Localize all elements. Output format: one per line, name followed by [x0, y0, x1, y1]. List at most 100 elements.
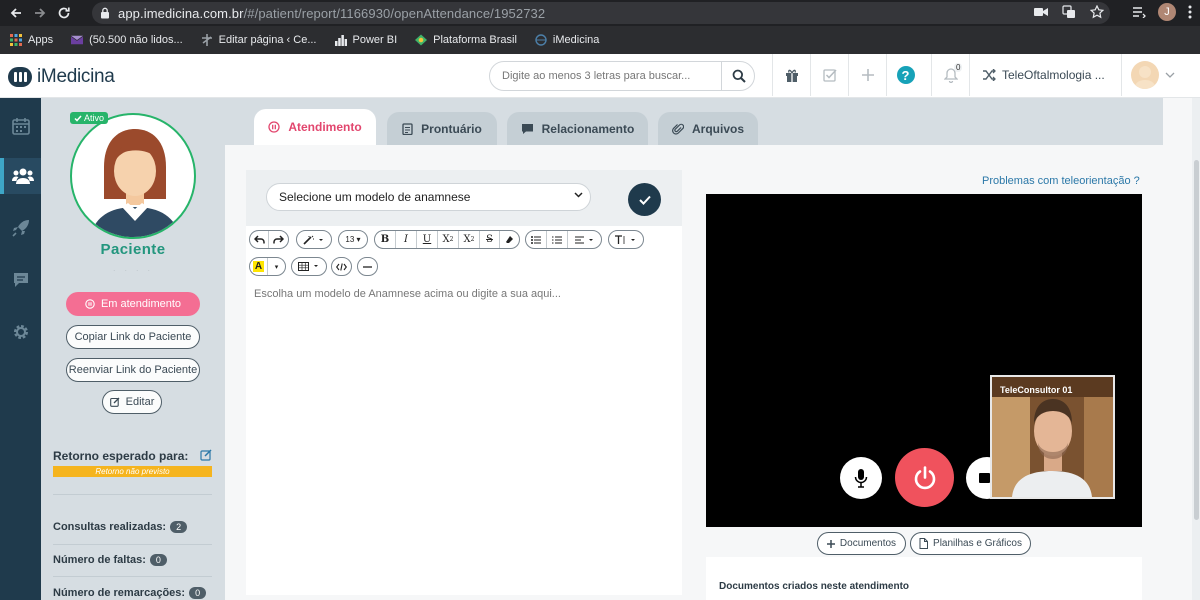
- undo-button[interactable]: [250, 231, 269, 248]
- stat-count: 0: [189, 587, 207, 599]
- numbered-list-button[interactable]: [547, 231, 568, 248]
- font-size-select[interactable]: 13 ▾: [339, 231, 367, 248]
- table-group: [291, 257, 327, 276]
- edit-patient-button[interactable]: Editar: [102, 390, 162, 414]
- logo-text: iMedicina: [37, 66, 115, 87]
- edit-label: Editar: [125, 396, 155, 408]
- address-bar[interactable]: app.imedicina.com.br/#/patient/report/11…: [92, 2, 1110, 24]
- user-menu[interactable]: [1121, 54, 1200, 96]
- highlight-a-icon: A: [252, 261, 265, 272]
- align-left-icon: [574, 236, 593, 243]
- chat-icon: [521, 123, 533, 134]
- chat-icon: [13, 273, 28, 287]
- add-button[interactable]: [848, 54, 886, 96]
- confirm-model-button[interactable]: [628, 183, 661, 216]
- page-scrollbar[interactable]: [1194, 160, 1199, 520]
- bookmark-mail[interactable]: (50.500 não lidos...: [71, 34, 183, 46]
- forward-button[interactable]: [28, 1, 52, 25]
- editor-body[interactable]: Escolha um modelo de Anamnese acima ou d…: [254, 288, 561, 300]
- end-call-button[interactable]: [895, 448, 954, 507]
- tab-atendimento[interactable]: Atendimento: [254, 109, 376, 145]
- forward-arrow-icon: [35, 8, 46, 18]
- bookmark-imedicina[interactable]: iMedicina: [535, 34, 599, 46]
- copy-patient-link-button[interactable]: Copiar Link do Paciente: [66, 325, 200, 349]
- expected-return-label: Retorno esperado para:: [53, 449, 189, 463]
- underline-button[interactable]: U: [417, 231, 438, 248]
- star-icon[interactable]: [1090, 5, 1104, 19]
- plus-icon: [826, 539, 835, 548]
- redo-button[interactable]: [269, 231, 288, 248]
- horizontal-rule-button[interactable]: [358, 258, 377, 275]
- imedicina-logo[interactable]: iMedicina: [8, 66, 115, 88]
- teleorientation-problems-link[interactable]: Problemas com teleorientação ?: [982, 175, 1140, 187]
- help-icon: ?: [896, 66, 915, 84]
- power-bi-icon: [334, 34, 347, 46]
- bookmark-apps[interactable]: Apps: [10, 34, 53, 46]
- translate-icon[interactable]: [1062, 5, 1076, 19]
- gift-icon: [785, 69, 798, 82]
- stat-count: 0: [149, 554, 167, 566]
- text-style-button[interactable]: [609, 231, 643, 248]
- superscript-button[interactable]: X2: [438, 231, 459, 248]
- search-icon[interactable]: [732, 69, 746, 83]
- file-icon: [919, 538, 929, 549]
- self-video-preview: TeleConsultor 01: [990, 375, 1115, 499]
- documents-button[interactable]: Documentos: [817, 532, 906, 555]
- mute-button[interactable]: [840, 457, 882, 499]
- tasks-button[interactable]: [810, 54, 848, 96]
- camera-icon[interactable]: [1034, 7, 1048, 17]
- help-button[interactable]: ?: [886, 54, 924, 96]
- bookmark-plataforma-brasil[interactable]: Plataforma Brasil: [415, 34, 517, 46]
- reload-button[interactable]: [52, 1, 76, 25]
- insert-table-button[interactable]: [292, 258, 326, 275]
- bullet-list-icon: [531, 235, 541, 244]
- tab-prontuario[interactable]: Prontuário: [387, 112, 497, 145]
- teleoftalmologia-menu[interactable]: TeleOftalmologia ...: [969, 54, 1121, 96]
- sidebar-item-patients[interactable]: [0, 158, 41, 194]
- magic-wand-icon: [303, 235, 323, 245]
- bookmark-label: Plataforma Brasil: [433, 34, 517, 46]
- in-attendance-button[interactable]: Em atendimento: [66, 292, 200, 316]
- bookmark-label: Power BI: [352, 34, 398, 46]
- sidebar-item-calendar[interactable]: [0, 108, 41, 144]
- resend-patient-link-button[interactable]: Reenviar Link do Paciente: [66, 358, 200, 382]
- subscript-button[interactable]: X2: [459, 231, 480, 248]
- italic-button[interactable]: I: [396, 231, 417, 248]
- magic-format-button[interactable]: [297, 231, 331, 248]
- eraser-button[interactable]: [500, 231, 519, 248]
- bookmark-wordpress[interactable]: Editar página ‹ Ce...: [201, 34, 317, 46]
- bullet-list-button[interactable]: [526, 231, 547, 248]
- code-view-button[interactable]: [332, 258, 351, 275]
- notifications-button[interactable]: 0: [931, 54, 969, 96]
- magic-group: [296, 230, 332, 249]
- browser-menu-icon[interactable]: [1188, 5, 1192, 19]
- sidebar-item-rocket[interactable]: [0, 210, 41, 246]
- gift-button[interactable]: [772, 54, 810, 96]
- shuffle-icon: [983, 69, 996, 81]
- search-input[interactable]: [502, 68, 716, 84]
- reading-list-icon[interactable]: [1132, 6, 1146, 18]
- sidebar-item-settings[interactable]: [0, 314, 41, 350]
- bold-button[interactable]: B: [375, 231, 396, 248]
- status-badge: Ativo: [70, 112, 109, 124]
- profile-avatar[interactable]: J: [1158, 3, 1176, 21]
- video-call: TeleConsultor 01: [706, 194, 1142, 527]
- strikethrough-button[interactable]: S: [480, 231, 500, 248]
- sidebar-item-chat[interactable]: [0, 262, 41, 298]
- color-dropdown-button[interactable]: ▾: [268, 258, 285, 275]
- tab-relacionamento[interactable]: Relacionamento: [507, 112, 648, 145]
- in-attendance-label: Em atendimento: [100, 298, 182, 310]
- numbered-list-icon: [552, 236, 562, 243]
- text-color-button[interactable]: A: [250, 258, 268, 275]
- table-icon: [298, 262, 318, 271]
- bookmark-powerbi[interactable]: Power BI: [334, 34, 398, 46]
- tab-arquivos[interactable]: Arquivos: [658, 112, 758, 145]
- sheets-charts-button[interactable]: Planilhas e Gráficos: [910, 532, 1031, 555]
- edit-return-icon[interactable]: [200, 449, 212, 461]
- back-button[interactable]: [4, 1, 28, 25]
- power-icon: [914, 465, 935, 489]
- bookmark-label: Editar página ‹ Ce...: [218, 34, 317, 46]
- align-button[interactable]: [568, 231, 601, 248]
- logo-mark-icon: [8, 67, 32, 87]
- anamnese-model-select[interactable]: Selecione um modelo de anamnese: [266, 183, 591, 211]
